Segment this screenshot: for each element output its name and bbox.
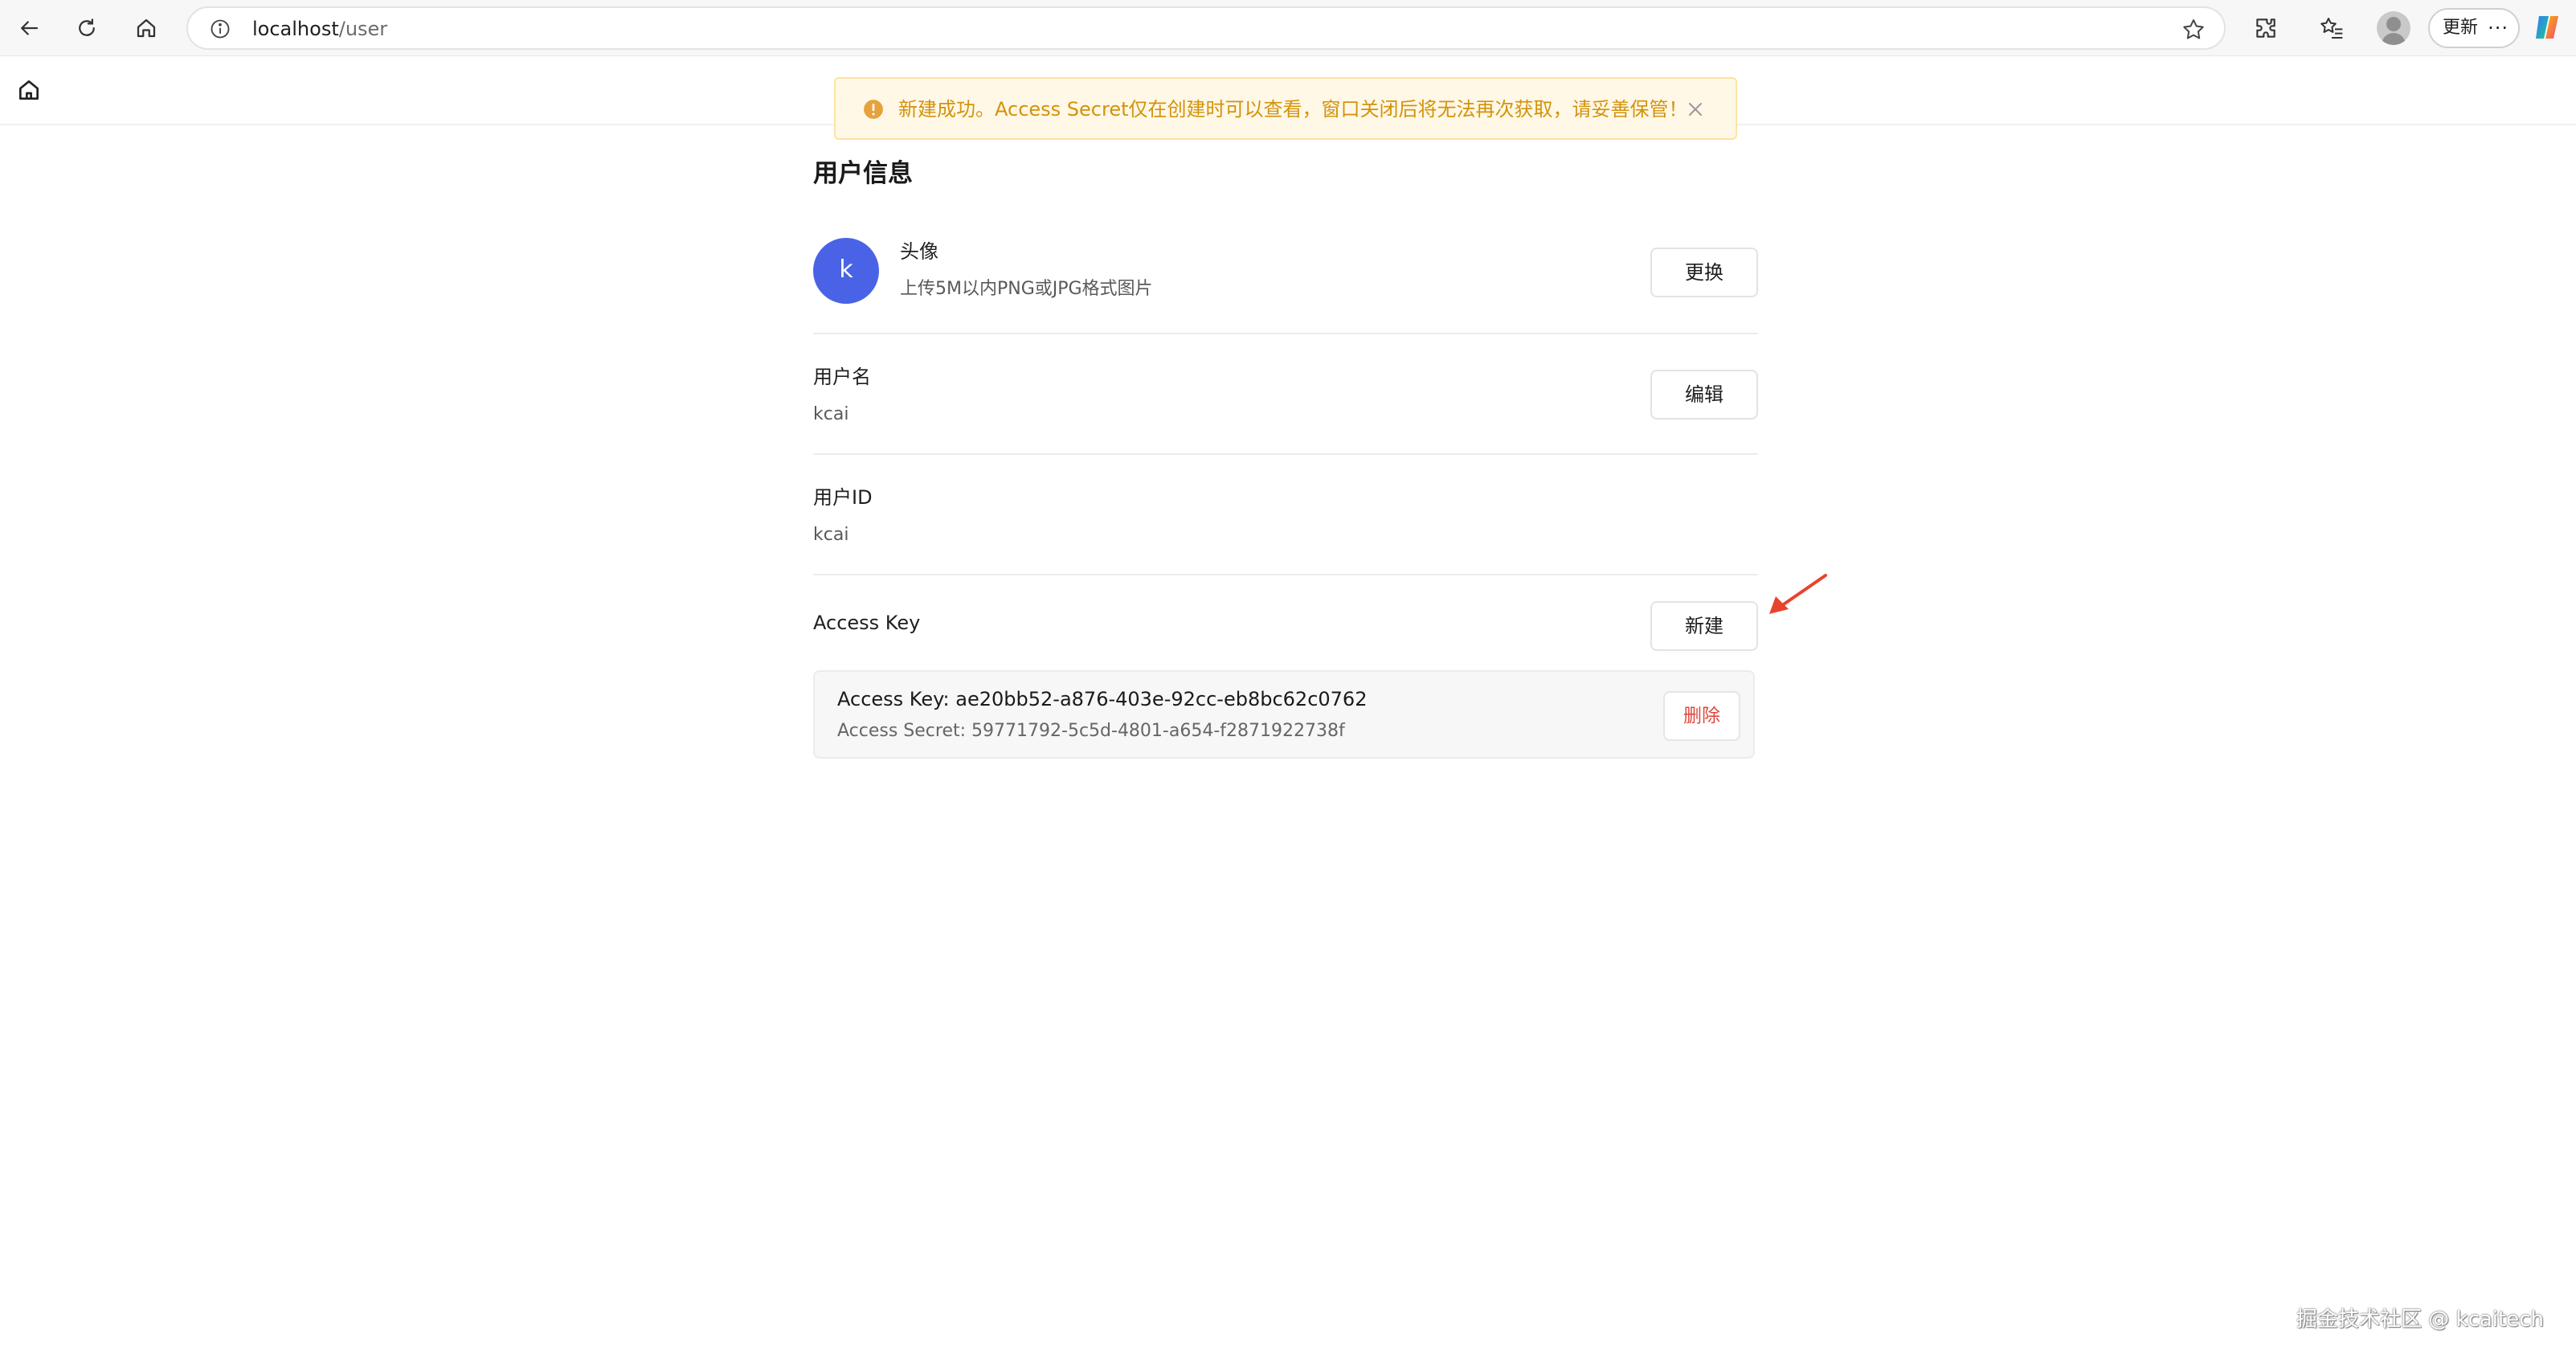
reload-icon xyxy=(79,18,95,36)
change-avatar-button[interactable]: 更换 xyxy=(1650,248,1758,297)
profile-icon[interactable] xyxy=(2377,11,2410,45)
close-icon[interactable] xyxy=(1686,100,1705,119)
home-icon[interactable] xyxy=(16,77,42,103)
access-key-label: Access Key xyxy=(813,612,921,634)
url-text[interactable]: localhost/user xyxy=(252,18,387,40)
reload-button[interactable] xyxy=(67,10,106,47)
extensions-icon xyxy=(2256,18,2275,38)
favorites-icon xyxy=(2320,18,2343,39)
avatar[interactable]: k xyxy=(813,238,879,304)
access-key-value: Access Key: ae20bb52-a876-403e-92cc-eb8b… xyxy=(837,688,1368,710)
address-bar[interactable]: localhost/user xyxy=(186,6,2226,50)
user-id-label: 用户ID xyxy=(813,486,873,509)
user-id-row: 用户ID kcai xyxy=(813,455,1758,575)
username-label: 用户名 xyxy=(813,366,871,388)
home-icon xyxy=(137,18,156,38)
profile-body xyxy=(2382,33,2406,45)
annotation-arrow-icon xyxy=(1769,574,1827,614)
username-row: 用户名 kcai 编辑 xyxy=(813,334,1758,455)
avatar-label: 头像 xyxy=(900,240,938,263)
warning-icon xyxy=(864,100,883,119)
page-title: 用户信息 xyxy=(813,159,913,188)
profile-head xyxy=(2386,17,2401,31)
back-button[interactable] xyxy=(10,10,48,47)
browser-toolbar: localhost/user 更新 ··· xyxy=(0,0,2576,56)
watermark: 掘金技术社区 @ kcaitech xyxy=(2296,1308,2544,1332)
avatar-hint: 上传5M以内PNG或JPG格式图片 xyxy=(900,279,1153,299)
home-button[interactable] xyxy=(127,10,166,47)
new-access-key-button[interactable]: 新建 xyxy=(1650,601,1758,651)
star-icon[interactable] xyxy=(2181,17,2206,43)
warning-toast: 新建成功。Access Secret仅在创建时可以查看，窗口关闭后将无法再次获取… xyxy=(834,77,1737,140)
delete-key-button[interactable]: 删除 xyxy=(1663,691,1740,741)
favorites-button[interactable] xyxy=(2316,12,2348,44)
edit-username-button[interactable]: 编辑 xyxy=(1650,370,1758,420)
access-key-card: Access Key: ae20bb52-a876-403e-92cc-eb8b… xyxy=(813,670,1755,759)
toast-message: 新建成功。Access Secret仅在创建时可以查看，窗口关闭后将无法再次获取… xyxy=(898,98,1688,121)
more-icon[interactable]: ··· xyxy=(2488,10,2509,47)
username-value: kcai xyxy=(813,404,849,424)
copilot-icon[interactable] xyxy=(2531,11,2563,43)
back-arrow-icon xyxy=(21,21,39,35)
info-icon[interactable] xyxy=(209,18,231,40)
extensions-button[interactable] xyxy=(2250,12,2282,44)
update-button[interactable]: 更新 ··· xyxy=(2428,8,2520,48)
update-label: 更新 xyxy=(2443,18,2479,38)
user-id-value: kcai xyxy=(813,525,849,545)
access-secret-value: Access Secret: 59771792-5c5d-4801-a654-f… xyxy=(837,721,1345,741)
avatar-row: k 头像 上传5M以内PNG或JPG格式图片 更换 xyxy=(813,220,1758,334)
